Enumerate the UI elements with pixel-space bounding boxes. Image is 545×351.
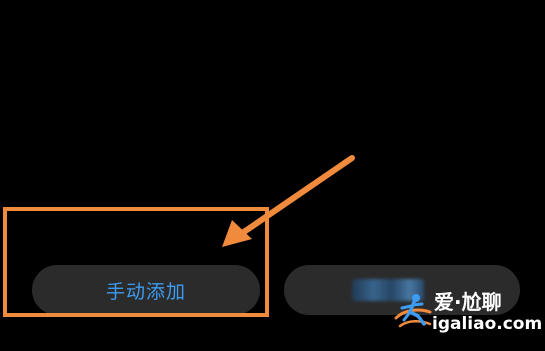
secondary-button[interactable]: [284, 265, 520, 315]
screen: 手动添加 爱·尬聊 igaliao.com: [0, 0, 545, 351]
blurred-button-label: [352, 279, 424, 301]
watermark-url: igaliao.com: [432, 314, 543, 334]
annotation-highlight-box: [3, 207, 269, 317]
